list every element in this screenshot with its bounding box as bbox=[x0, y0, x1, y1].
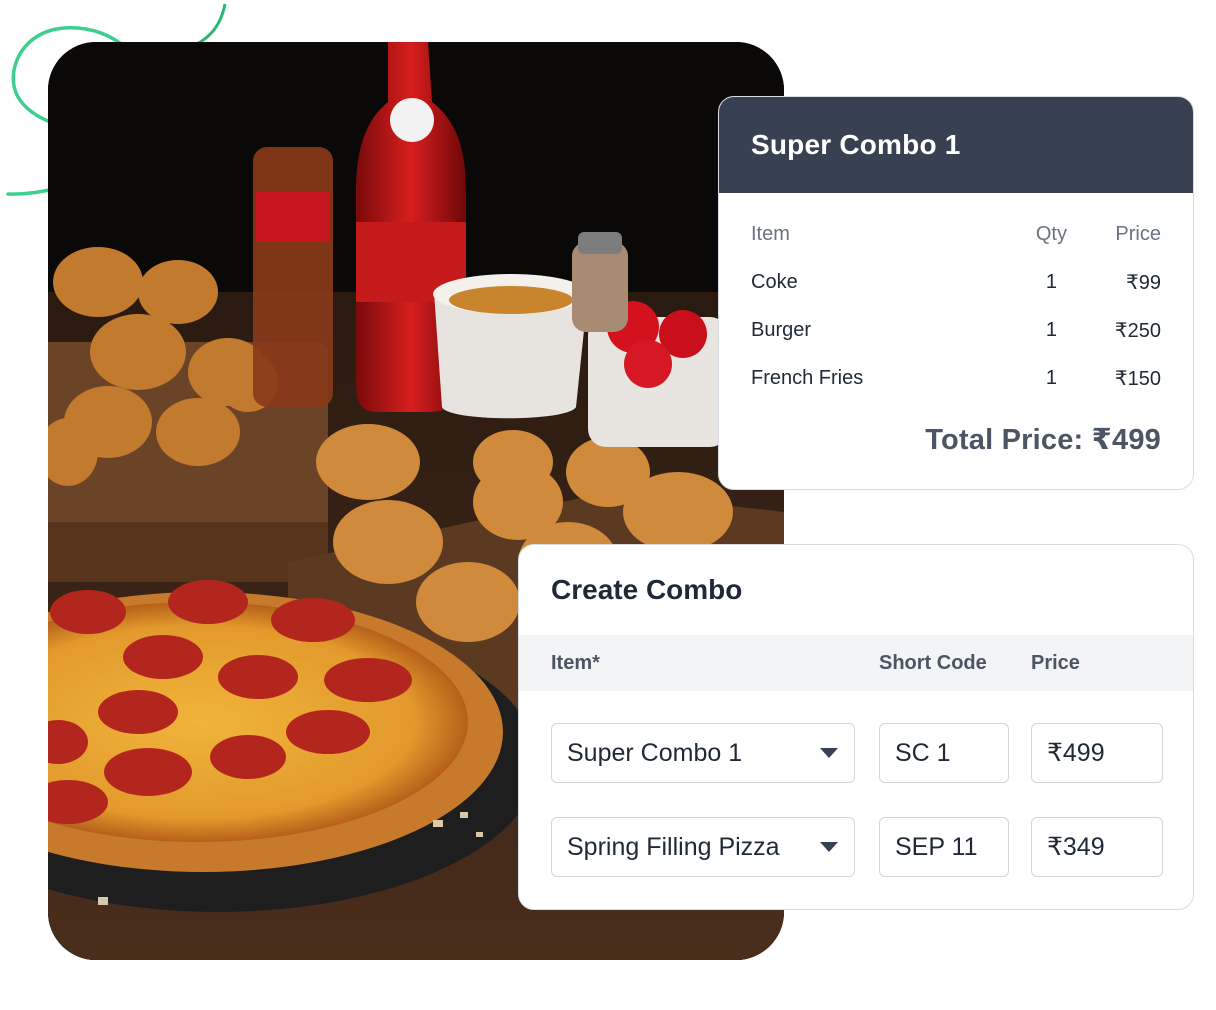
column-header-short-code: Short Code bbox=[879, 651, 987, 674]
column-header-price: Price bbox=[1115, 222, 1161, 245]
item-price: ₹250 bbox=[1114, 319, 1161, 342]
column-header-qty: Qty bbox=[1035, 222, 1067, 245]
combo-summary-card: Super Combo 1 Item Qty Price Coke 1 ₹99 … bbox=[718, 96, 1194, 490]
column-header-item: Item* bbox=[551, 651, 600, 674]
combo-card-header: Super Combo 1 bbox=[719, 97, 1193, 193]
item-select-value: Super Combo 1 bbox=[567, 738, 743, 767]
create-combo-card: Create Combo Item* Short Code Price Supe… bbox=[518, 544, 1194, 910]
item-price: ₹150 bbox=[1114, 367, 1161, 390]
item-select-value: Spring Filling Pizza bbox=[567, 832, 780, 861]
price-input[interactable]: ₹499 bbox=[1031, 723, 1163, 783]
item-qty: 1 bbox=[1045, 270, 1057, 293]
table-row: French Fries 1 ₹150 bbox=[751, 354, 1161, 402]
item-name: Coke bbox=[751, 270, 798, 293]
price-input[interactable]: ₹349 bbox=[1031, 817, 1163, 877]
total-price: Total Price: ₹499 bbox=[925, 424, 1161, 456]
chevron-down-icon bbox=[820, 842, 838, 852]
short-code-input[interactable]: SEP 11 bbox=[879, 817, 1009, 877]
short-code-input[interactable]: SC 1 bbox=[879, 723, 1009, 783]
create-combo-title: Create Combo bbox=[551, 574, 743, 605]
item-qty: 1 bbox=[1045, 318, 1057, 341]
item-name: French Fries bbox=[751, 366, 864, 389]
combo-title: Super Combo 1 bbox=[751, 129, 961, 160]
table-header-row: Item Qty Price bbox=[751, 210, 1161, 258]
item-name: Burger bbox=[751, 318, 812, 341]
combo-form-row: Spring Filling Pizza SEP 11 ₹349 bbox=[551, 817, 1163, 877]
table-row: Burger 1 ₹250 bbox=[751, 306, 1161, 354]
column-header-item: Item bbox=[751, 222, 790, 245]
table-row: Coke 1 ₹99 bbox=[751, 258, 1161, 306]
item-price: ₹99 bbox=[1126, 271, 1161, 294]
combo-items-table: Item Qty Price Coke 1 ₹99 Burger 1 ₹250 … bbox=[719, 210, 1193, 402]
item-qty: 1 bbox=[1045, 366, 1057, 389]
chevron-down-icon bbox=[820, 748, 838, 758]
create-combo-header-row: Item* Short Code Price bbox=[519, 635, 1193, 691]
item-select[interactable]: Spring Filling Pizza bbox=[551, 817, 855, 877]
item-select[interactable]: Super Combo 1 bbox=[551, 723, 855, 783]
column-header-price: Price bbox=[1031, 651, 1080, 674]
combo-form-row: Super Combo 1 SC 1 ₹499 bbox=[551, 723, 1163, 783]
